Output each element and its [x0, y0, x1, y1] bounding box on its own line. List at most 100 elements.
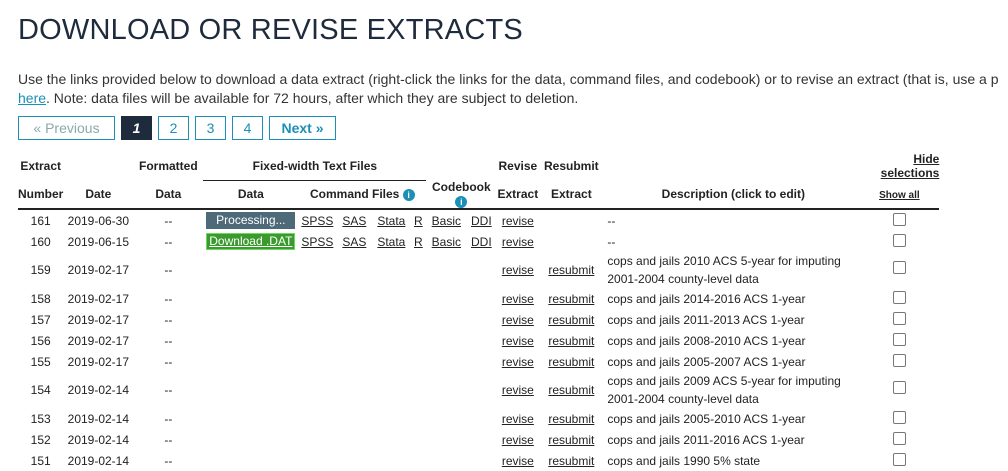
resubmit-link[interactable]: resubmit [548, 313, 594, 327]
select-checkbox[interactable] [892, 261, 906, 274]
resubmit-link[interactable]: resubmit [548, 292, 594, 306]
codebook-basic-link[interactable]: Basic [432, 214, 461, 228]
description-cell[interactable]: cops and jails 2005-2007 ACS 1-year [603, 351, 859, 372]
data-cell [203, 408, 298, 429]
extract-date: 2019-02-17 [67, 312, 130, 327]
select-checkbox[interactable] [892, 233, 906, 247]
next-page-button[interactable]: Next » [269, 116, 336, 140]
extract-date: 2019-02-17 [67, 263, 130, 277]
description-cell[interactable]: cops and jails 2008-2010 ACS 1-year [603, 330, 859, 351]
info-icon[interactable]: i [455, 195, 468, 208]
data-cell [203, 252, 298, 288]
table-row: 158 2019-02-17 -- revise resubmit cops and ja… [18, 288, 939, 309]
sas-link[interactable]: SAS [342, 214, 366, 228]
stata-link[interactable]: Stata [377, 214, 405, 228]
extract-number: 161 [30, 213, 51, 228]
description-cell[interactable]: cops and jails 2009 ACS 5-year for imput… [603, 372, 859, 408]
stata-link[interactable]: Stata [377, 235, 405, 249]
header-extract: Extract [20, 159, 62, 173]
extract-date: 2019-02-14 [67, 411, 130, 426]
sas-link[interactable]: SAS [342, 235, 366, 249]
data-cell [203, 372, 298, 408]
data-cell: Download .DAT [203, 231, 298, 252]
resubmit-link[interactable]: resubmit [548, 334, 594, 348]
description-cell[interactable]: cops and jails 2011-2016 ACS 1-year [603, 429, 859, 450]
previous-page-button[interactable]: « Previous [18, 116, 115, 140]
codebook-basic-link[interactable]: Basic [432, 235, 461, 249]
show-all-link[interactable]: Show all [879, 190, 920, 201]
description-cell[interactable]: cops and jails 2005-2010 ACS 1-year [603, 408, 859, 429]
extracts-table-body: 161 2019-06-30 -- Processing... SPSS SAS Stata… [18, 209, 939, 471]
select-checkbox[interactable] [892, 212, 906, 226]
revise-link[interactable]: revise [502, 383, 534, 397]
header-command-files: Command Files [309, 187, 400, 202]
revise-link[interactable]: revise [502, 292, 534, 306]
select-checkbox[interactable] [892, 332, 906, 346]
resubmit-link[interactable]: resubmit [548, 412, 594, 426]
description-cell[interactable]: -- [603, 209, 859, 231]
download-dat-button[interactable]: Download .DAT [206, 233, 296, 250]
extract-date: 2019-06-30 [67, 213, 130, 228]
description-cell[interactable]: cops and jails 1990 5% state [603, 450, 859, 471]
page-4-button[interactable]: 4 [232, 116, 263, 140]
data-cell [203, 429, 298, 450]
select-checkbox[interactable] [892, 353, 906, 367]
r-link[interactable]: R [414, 214, 423, 228]
select-checkbox[interactable] [892, 410, 906, 424]
description-cell[interactable]: cops and jails 2014-2016 ACS 1-year [603, 288, 859, 309]
select-checkbox[interactable] [892, 381, 906, 394]
description-cell[interactable]: -- [603, 231, 859, 252]
header-data: Data [203, 180, 299, 210]
select-checkbox[interactable] [892, 452, 906, 466]
revise-link[interactable]: revise [502, 313, 534, 327]
revise-link[interactable]: revise [502, 355, 534, 369]
info-icon[interactable]: i [402, 189, 415, 202]
r-link[interactable]: R [414, 235, 423, 249]
resubmit-link[interactable]: resubmit [548, 263, 594, 277]
revise-link[interactable]: revise [502, 235, 534, 249]
data-cell [203, 450, 298, 471]
resubmit-link[interactable]: resubmit [548, 433, 594, 447]
resubmit-link[interactable]: resubmit [548, 355, 594, 369]
page-2-button[interactable]: 2 [158, 116, 189, 140]
revise-link[interactable]: revise [502, 214, 534, 228]
formatted-data: -- [164, 354, 173, 369]
codebook-ddi-link[interactable]: DDI [471, 214, 492, 228]
revise-link[interactable]: revise [502, 433, 534, 447]
processing-badge: Processing... [206, 212, 296, 229]
revise-link[interactable]: revise [502, 334, 534, 348]
extract-number: 158 [30, 291, 51, 306]
extract-number: 156 [30, 333, 51, 348]
spss-link[interactable]: SPSS [301, 214, 333, 228]
resubmit-link[interactable]: resubmit [548, 383, 594, 397]
header-formatted: Formatted [139, 159, 198, 173]
header-codebook-cell: Codebook i [426, 180, 497, 210]
hide-selections-link[interactable]: Hide selections [881, 152, 940, 180]
table-row: 153 2019-02-14 -- revise resubmit cops and ja… [18, 408, 939, 429]
revise-link[interactable]: revise [502, 412, 534, 426]
description-cell[interactable]: cops and jails 2011-2013 ACS 1-year [603, 309, 859, 330]
resubmit-link[interactable]: resubmit [548, 454, 594, 468]
select-checkbox[interactable] [892, 311, 906, 325]
select-checkbox[interactable] [892, 431, 906, 445]
extract-number: 157 [30, 312, 51, 327]
table-row: 155 2019-02-17 -- revise resubmit cops and ja… [18, 351, 939, 372]
table-row: 156 2019-02-17 -- revise resubmit cops and ja… [18, 330, 939, 351]
extract-number: 152 [30, 432, 51, 447]
header-data-formatted: Data [133, 180, 204, 210]
revise-link[interactable]: revise [502, 263, 534, 277]
page-3-button[interactable]: 3 [195, 116, 226, 140]
spss-link[interactable]: SPSS [301, 235, 333, 249]
table-row: 157 2019-02-17 -- revise resubmit cops and ja… [18, 309, 939, 330]
intro-here-link[interactable]: here [18, 90, 46, 106]
extract-number: 151 [30, 453, 51, 468]
codebook-ddi-link[interactable]: DDI [471, 235, 492, 249]
header-revise: Revise [498, 159, 538, 173]
extract-date: 2019-02-14 [67, 383, 130, 397]
extracts-table: Extract Formatted Fixed-width Text Files… [18, 152, 940, 471]
select-checkbox[interactable] [892, 290, 906, 304]
data-cell [203, 351, 298, 372]
revise-link[interactable]: revise [502, 454, 534, 468]
table-row: 151 2019-02-14 -- revise resubmit cops and ja… [18, 450, 939, 471]
description-cell[interactable]: cops and jails 2010 ACS 5-year for imput… [603, 252, 859, 288]
